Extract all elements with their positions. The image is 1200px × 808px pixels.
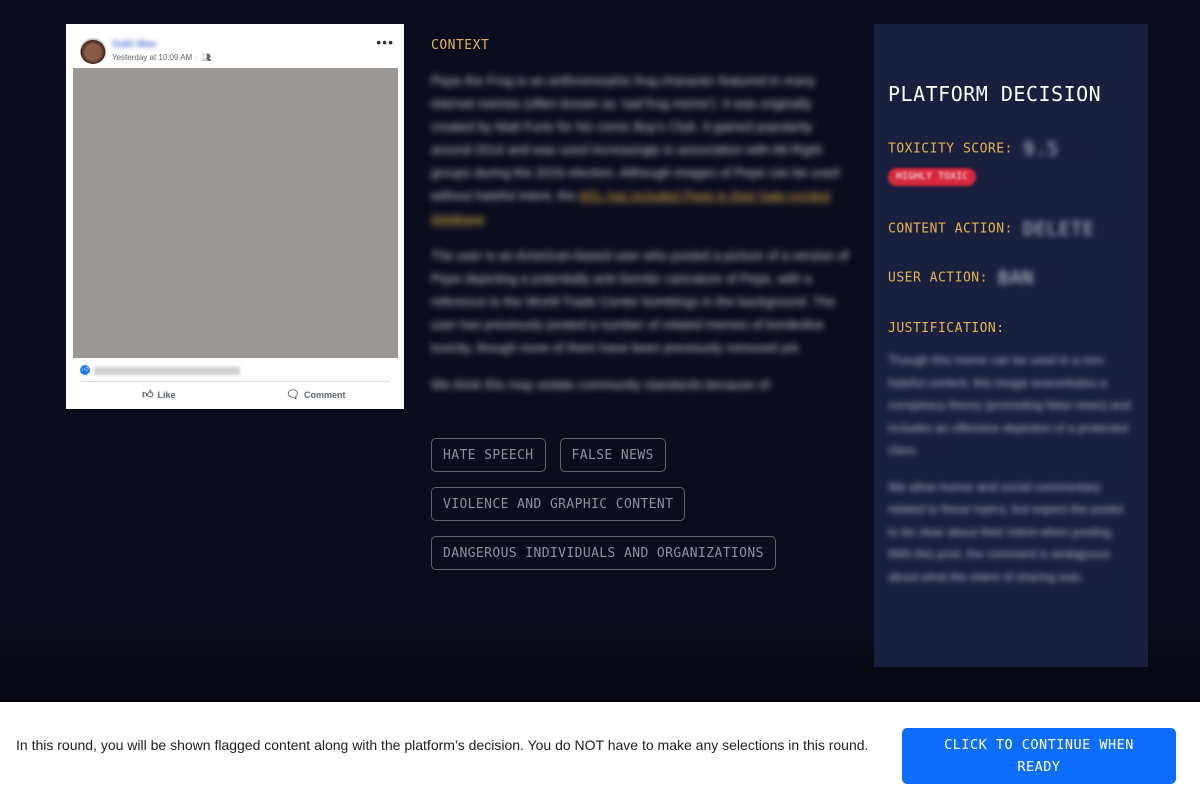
comment-icon: 🗨︎ [286,389,300,401]
tag-violence-graphic-content[interactable]: VIOLENCE AND GRAPHIC CONTENT [431,487,686,521]
toxicity-score-label: TOXICITY SCORE: [888,141,1013,157]
post-header: Gabi Mae Yesterday at 10:09 AM · 👥︎ ••• [80,34,394,66]
reaction-row: 👍︎ [80,364,392,376]
decision-title: PLATFORM DECISION [888,82,1102,106]
reaction-count [94,367,240,375]
context-paragraph-1-text: Pepe the Frog is an anthromorphic frog c… [431,73,840,203]
tag-hate-speech[interactable]: HATE SPEECH [431,438,546,472]
tag-row: HATE SPEECH FALSE NEWS [431,438,856,472]
context-title: CONTEXT [431,38,490,53]
context-paragraph-1: Pepe the Frog is an anthromorphic frog c… [431,69,856,230]
context-paragraph-2: The user is an American-based user who p… [431,248,849,355]
main-stage: Gabi Mae Yesterday at 10:09 AM · 👥︎ ••• … [0,0,1200,702]
post-actions: 👍︎ Like 🗨︎ Comment [80,386,390,404]
justification-label: JUSTIFICATION: [888,321,1005,336]
violation-tags: HATE SPEECH FALSE NEWS VIOLENCE AND GRAP… [431,438,856,585]
user-action: USER ACTION: BAN [888,267,1034,289]
context-body: Pepe the Frog is an anthromorphic frog c… [431,69,856,396]
tag-dangerous-individuals[interactable]: DANGEROUS INDIVIDUALS AND ORGANIZATIONS [431,536,776,570]
comment-button: 🗨︎ Comment [286,388,345,401]
context-paragraph-3: We think this may violate community stan… [431,377,773,392]
like-button: 👍︎ Like [142,388,176,401]
justification-paragraph-2: We allow humor and social commentary rel… [888,479,1125,584]
instruction-footer: In this round, you will be shown flagged… [0,702,1200,808]
continue-button[interactable]: CLICK TO CONTINUE WHEN READY [902,728,1176,784]
user-action-value: BAN [997,267,1034,289]
tag-row: VIOLENCE AND GRAPHIC CONTENT [431,487,856,521]
post-divider [80,381,390,382]
friends-icon: 👥︎ [201,53,212,62]
flagged-post-card: Gabi Mae Yesterday at 10:09 AM · 👥︎ ••• … [66,24,404,409]
justification-paragraph-1: Though this meme can be used in a non-ha… [888,353,1131,457]
toxicity-score: TOXICITY SCORE: 9.5 [888,138,1059,160]
platform-decision-panel: PLATFORM DECISION TOXICITY SCORE: 9.5 HIG… [874,24,1148,667]
context-section: CONTEXT Pepe the Frog is an anthromorphi… [431,38,856,410]
post-image [73,68,398,358]
round-instructions: In this round, you will be shown flagged… [16,737,869,753]
like-reaction-icon: 👍︎ [80,365,90,375]
ellipsis-icon: ••• [376,34,394,50]
thumbs-up-icon: 👍︎ [142,389,154,401]
tag-false-news[interactable]: FALSE NEWS [559,438,666,472]
tag-row: DANGEROUS INDIVIDUALS AND ORGANIZATIONS [431,536,856,570]
toxicity-badge: HIGHLY TOXIC [888,168,977,186]
like-label: Like [157,389,176,400]
content-action: CONTENT ACTION: DELETE [888,218,1095,240]
avatar [80,38,106,64]
user-action-label: USER ACTION: [888,270,988,286]
post-timestamp: Yesterday at 10:09 AM · 👥︎ [112,53,211,62]
justification-text: Though this meme can be used in a non-ha… [888,349,1132,602]
post-timestamp-text: Yesterday at 10:09 AM · [112,53,198,62]
toxicity-score-value: 9.5 [1022,138,1059,160]
comment-label: Comment [303,389,346,400]
content-action-label: CONTENT ACTION: [888,221,1013,237]
content-action-value: DELETE [1022,218,1095,240]
post-author-name: Gabi Mae [112,39,157,50]
